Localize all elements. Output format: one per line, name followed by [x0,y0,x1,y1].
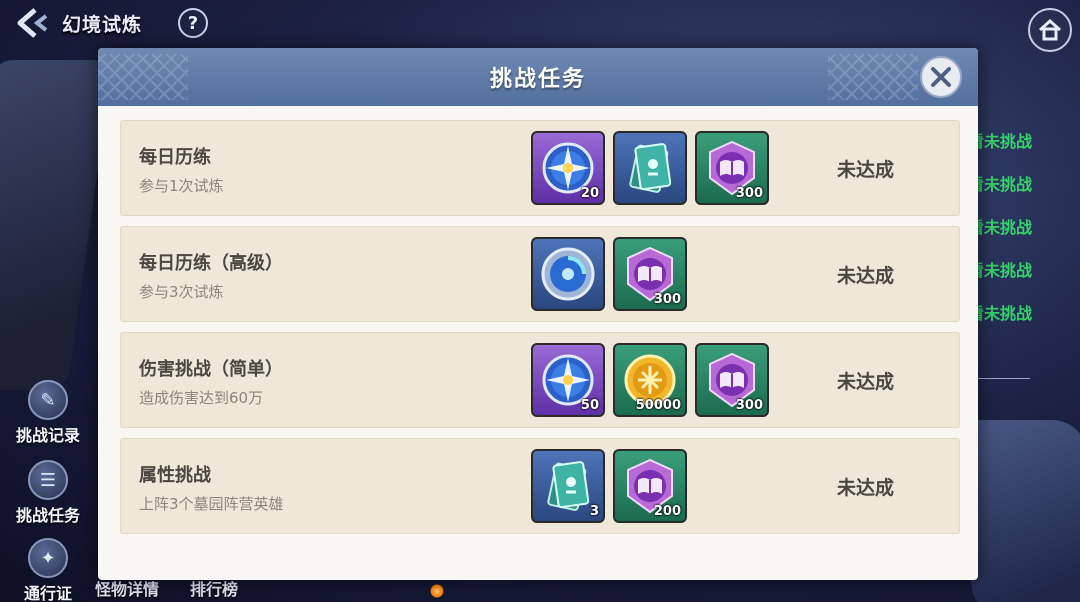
reward-list: 300 [531,237,687,311]
reward-item[interactable] [531,237,605,311]
task-row: 每日历练（高级） 参与3次试炼 300 未达成 [120,226,960,322]
home-icon [1038,18,1062,41]
reward-quantity: 50000 [635,398,681,413]
reward-item[interactable]: 20 [531,131,605,205]
task-status: 未达成 [837,159,895,181]
list-item: 看未挑战 [968,175,1033,194]
close-button[interactable] [920,56,962,98]
reward-quantity: 300 [653,292,681,307]
back-arrow-icon [17,8,48,38]
home-button[interactable] [1028,8,1072,52]
task-status: 未达成 [837,477,895,499]
list-item: 看未挑战 [968,261,1033,280]
task-status: 未达成 [837,265,895,287]
list-item: 看未挑战 [968,304,1033,323]
reward-item[interactable]: 300 [613,237,687,311]
task-row: 每日历练参与1次试炼 20 300 未达成 [120,120,960,216]
challenge-tasks-dialog: 挑战任务 每日历练 参与1次试炼 20 300 未达成 每日历练（高级） 参与3次试炼 300… [98,48,978,580]
reward-list: 3 200 [531,449,687,523]
ticket-card-icon [629,143,672,193]
task-row: 伤害挑战（简单） 造成伤害达到60万 50 50000 300 未达成 [120,332,960,428]
reward-quantity: 200 [653,504,681,519]
background-challenge-list: 看未挑战 看未挑战 看未挑战 看未挑战 看未挑战 [968,120,1080,335]
quest-icon: ☰ [28,460,68,500]
reward-list: 50 50000 300 [531,343,769,417]
page-title: 幻境试炼 [62,14,143,36]
divider [978,378,1030,379]
task-description: 上阵3个墓园阵营英雄 [139,495,284,513]
reward-item[interactable]: 300 [695,131,769,205]
reward-item[interactable]: 3 [531,449,605,523]
reward-quantity: 50 [580,398,599,413]
reward-item[interactable] [613,131,687,205]
header-ornament [98,54,188,100]
close-icon [931,67,951,87]
side-item-label: 挑战记录 [15,426,80,445]
scroll-icon: ✎ [28,380,68,420]
dialog-title: 挑战任务 [489,67,586,92]
reward-item[interactable]: 50 [531,343,605,417]
task-list: 每日历练 参与1次试炼 20 300 未达成 每日历练（高级） 参与3次试炼 300 未达成 伤害… [120,120,960,544]
task-name: 伤害挑战（简单） [139,359,283,380]
reward-list: 20 300 [531,131,769,205]
compass-orb-icon [541,247,595,301]
header-ornament [828,54,918,100]
top-bar: 幻境试炼 ? [0,0,1080,52]
background-rock-left [0,60,114,390]
task-name: 属性挑战 [139,465,211,486]
task-name: 每日历练（高级） [139,253,283,274]
side-item-label: 挑战任务 [15,506,80,525]
reward-quantity: 300 [735,186,763,201]
reward-quantity: 20 [580,186,599,201]
spark-effect [430,584,444,598]
dialog-header: 挑战任务 [98,48,978,106]
task-description: 参与3次试炼 [139,283,224,301]
reward-item[interactable]: 200 [613,449,687,523]
side-item-pass[interactable]: ✦ 通行证 [8,538,88,602]
reward-quantity: 300 [735,398,763,413]
list-item: 看未挑战 [968,218,1033,237]
side-item-label: 通行证 [23,584,72,602]
task-description: 参与1次试炼 [139,177,224,195]
reward-item[interactable]: 50000 [613,343,687,417]
task-description: 造成伤害达到60万 [139,389,264,407]
task-name: 每日历练 [139,147,211,168]
task-row: 属性挑战上阵3个墓园阵营英雄 3 200 未达成 [120,438,960,534]
pass-icon: ✦ [28,538,68,578]
reward-item[interactable]: 300 [695,343,769,417]
task-status: 未达成 [837,371,895,393]
back-button[interactable] [12,6,54,40]
list-item: 看未挑战 [968,132,1033,151]
side-item-challenge-tasks[interactable]: ☰ 挑战任务 [8,460,88,526]
side-item-challenge-record[interactable]: ✎ 挑战记录 [8,380,88,446]
reward-quantity: 3 [589,504,599,519]
help-button[interactable]: ? [178,8,208,38]
